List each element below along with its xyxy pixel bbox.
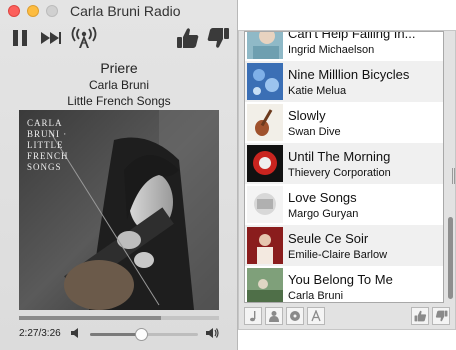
history-item-title: Seule Ce Soir xyxy=(288,231,369,246)
album-thumbnail xyxy=(247,104,283,141)
title-bar[interactable]: Carla Bruni Radio xyxy=(0,0,238,22)
album-thumbnail xyxy=(247,63,283,100)
album-art[interactable]: CARLA BRUNI · LITTLE FRENCH SONGS xyxy=(19,110,219,310)
history-item-artist: Swan Dive xyxy=(288,126,341,138)
progress-bar[interactable] xyxy=(19,316,219,320)
volume-knob[interactable] xyxy=(134,328,148,341)
album-icon xyxy=(290,311,300,321)
song-title: Priere xyxy=(100,60,138,76)
music-note-icon xyxy=(250,311,256,322)
song-artist[interactable]: Carla Bruni xyxy=(0,78,238,92)
radio-tower-icon xyxy=(71,27,97,48)
history-item[interactable]: Until The Morning Thievery Corporation xyxy=(245,143,443,184)
pause-icon xyxy=(13,30,27,46)
skip-button[interactable] xyxy=(38,24,64,52)
lyrics-button[interactable] xyxy=(307,307,325,325)
history-item[interactable]: Can't Help Falling In... Ingrid Michaels… xyxy=(245,31,443,61)
history-list[interactable]: Can't Help Falling In... Ingrid Michaels… xyxy=(244,31,444,303)
history-item-title: Love Songs xyxy=(288,190,357,205)
artist-icon xyxy=(269,311,279,322)
pause-button[interactable] xyxy=(8,24,32,52)
scrollbar-thumb[interactable] xyxy=(448,217,453,299)
window-title: Carla Bruni Radio xyxy=(70,3,181,19)
drawer-footer xyxy=(244,307,454,325)
station-button[interactable] xyxy=(70,24,98,52)
volume-slider[interactable] xyxy=(90,328,198,341)
volume-fill xyxy=(90,333,141,336)
album-thumbnail xyxy=(247,186,283,223)
history-item[interactable]: Seule Ce Soir Emilie-Claire Barlow xyxy=(245,225,443,266)
album-art-caption: CARLA BRUNI · LITTLE FRENCH SONGS xyxy=(27,118,69,172)
history-thumbs-down-button[interactable] xyxy=(432,307,450,325)
drawer-resize-handle[interactable] xyxy=(452,168,455,184)
lyrics-icon xyxy=(311,310,321,322)
thumbs-up-button[interactable] xyxy=(174,24,202,52)
history-item-title: Until The Morning xyxy=(288,149,391,164)
history-item[interactable]: Love Songs Margo Guryan xyxy=(245,184,443,225)
minimize-button[interactable] xyxy=(27,5,39,17)
history-scrollbar[interactable] xyxy=(446,31,455,303)
history-item-title: Can't Help Falling In... xyxy=(288,31,416,41)
history-item-artist: Emilie-Claire Barlow xyxy=(288,249,388,261)
history-item-artist: Katie Melua xyxy=(288,85,347,97)
history-thumbs-up-button[interactable] xyxy=(411,307,429,325)
thumbs-up-icon xyxy=(414,310,426,322)
time-label: 2:27/3:26 xyxy=(19,328,61,339)
history-item[interactable]: Nine Milllion Bicycles Katie Melua xyxy=(245,61,443,102)
album-thumbnail xyxy=(247,145,283,182)
history-item-artist: Margo Guryan xyxy=(288,208,359,220)
artist-info-button[interactable] xyxy=(265,307,283,325)
progress-fill xyxy=(19,316,161,320)
close-button[interactable] xyxy=(8,5,20,17)
history-item-artist: Carla Bruni xyxy=(288,290,344,302)
skip-forward-icon xyxy=(41,32,61,44)
volume-high-icon[interactable] xyxy=(205,327,219,339)
history-item-title: Slowly xyxy=(288,108,326,123)
song-info-button[interactable] xyxy=(244,307,262,325)
history-drawer: Can't Help Falling In... Ingrid Michaels… xyxy=(238,30,456,330)
thumbs-down-icon xyxy=(435,310,447,322)
album-thumbnail xyxy=(247,32,283,59)
zoom-button[interactable] xyxy=(46,5,58,17)
album-info-button[interactable] xyxy=(286,307,304,325)
history-item-artist: Ingrid Michaelson xyxy=(288,44,375,56)
toolbar xyxy=(0,24,238,52)
album-thumbnail xyxy=(247,227,283,264)
history-item-artist: Thievery Corporation xyxy=(288,167,391,179)
thumbs-down-button[interactable] xyxy=(204,24,232,52)
history-item[interactable]: Slowly Swan Dive xyxy=(245,102,443,143)
volume-low-icon[interactable] xyxy=(70,327,82,339)
history-item-title: Nine Milllion Bicycles xyxy=(288,67,410,82)
history-item[interactable]: You Belong To Me Carla Bruni xyxy=(245,266,443,302)
song-album[interactable]: Little French Songs xyxy=(0,94,238,108)
album-thumbnail xyxy=(247,268,283,302)
player-window: Carla Bruni Radio Priere Carla Bruni Lit… xyxy=(0,0,238,350)
thumbs-down-icon xyxy=(207,28,229,48)
thumbs-up-icon xyxy=(177,28,199,48)
history-item-title: You Belong To Me xyxy=(288,272,393,287)
